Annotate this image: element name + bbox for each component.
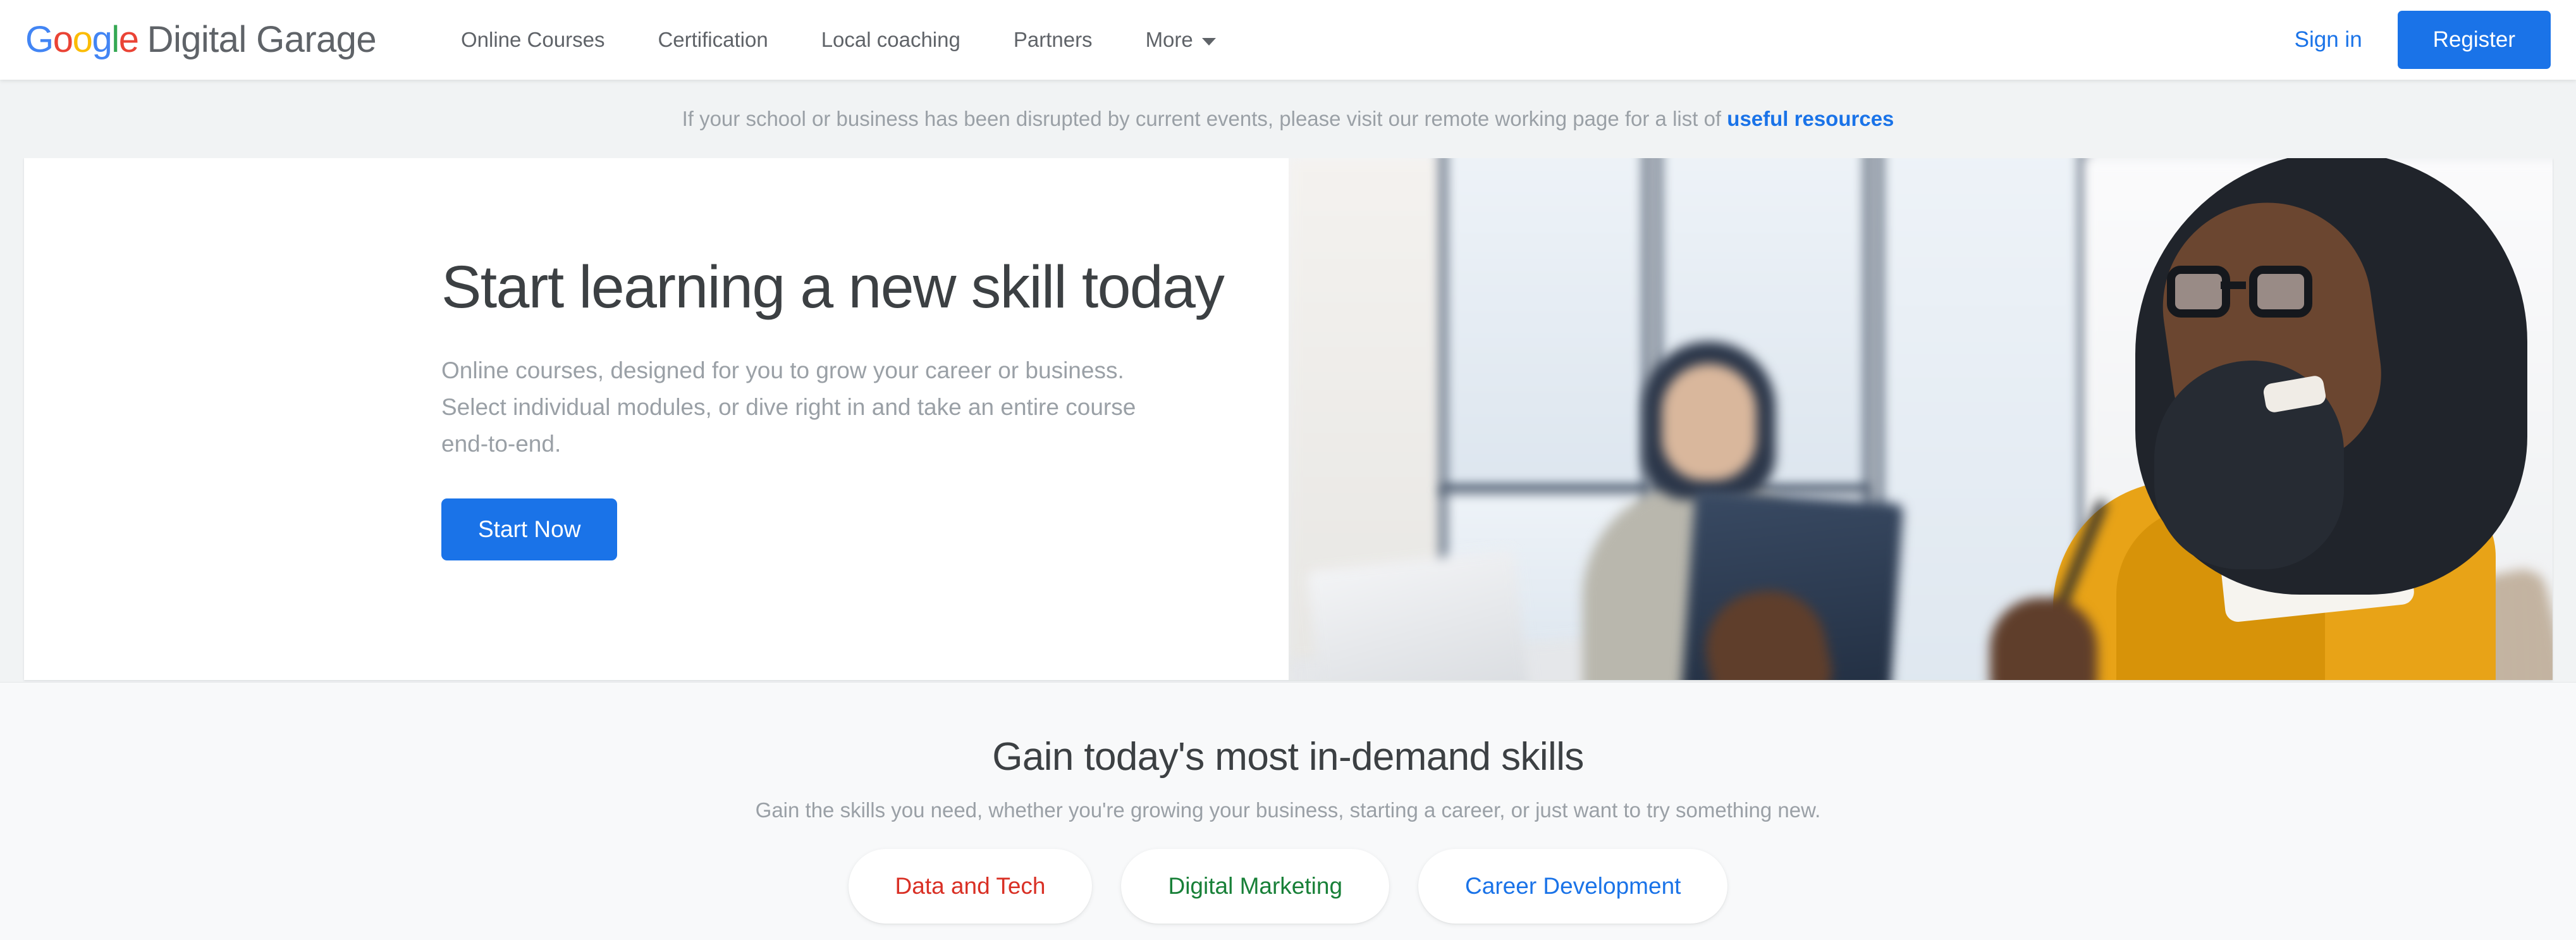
category-pill-digital-marketing[interactable]: Digital Marketing: [1121, 849, 1390, 924]
eyeglasses-bridge: [2221, 281, 2246, 289]
page-root: Google Digital Garage Online Courses Cer…: [0, 0, 2576, 940]
eyeglasses-lens-right: [2249, 266, 2312, 318]
hero-image: [1289, 158, 2553, 680]
hero-title: Start learning a new skill today: [441, 254, 1225, 321]
category-pill-career-development[interactable]: Career Development: [1418, 849, 1728, 924]
nav-item-partners[interactable]: Partners: [987, 28, 1119, 52]
category-pill-label: Career Development: [1465, 873, 1681, 899]
header-actions: Sign in Register: [2259, 11, 2551, 69]
nav-item-local-coaching[interactable]: Local coaching: [795, 28, 987, 52]
announcement-banner: If your school or business has been disr…: [0, 80, 2576, 158]
eyeglasses-lens-left: [2167, 266, 2230, 318]
hero-content-pane: Start learning a new skill today Online …: [24, 158, 1289, 680]
nav-label: Certification: [658, 28, 768, 51]
banner-resources-link[interactable]: useful resources: [1727, 107, 1894, 130]
hero-subtitle: Online courses, designed for you to grow…: [441, 357, 1136, 457]
office-window: [1440, 158, 1649, 493]
banner-message: If your school or business has been disr…: [682, 107, 1894, 131]
nav-item-online-courses[interactable]: Online Courses: [434, 28, 631, 52]
category-pill-data-and-tech[interactable]: Data and Tech: [848, 849, 1093, 924]
nav-item-certification[interactable]: Certification: [631, 28, 794, 52]
banner-message-text: If your school or business has been disr…: [682, 107, 1727, 130]
nav-item-more[interactable]: More: [1119, 28, 1242, 52]
nav-label: Online Courses: [461, 28, 605, 51]
brand-logo[interactable]: Google Digital Garage: [25, 19, 377, 60]
category-pill-label: Digital Marketing: [1168, 873, 1343, 899]
site-header: Google Digital Garage Online Courses Cer…: [0, 0, 2576, 80]
start-now-button[interactable]: Start Now: [441, 498, 618, 560]
skills-title: Gain today's most in-demand skills: [992, 735, 1584, 779]
nav-label: Local coaching: [821, 28, 960, 51]
category-pill-label: Data and Tech: [895, 873, 1046, 899]
register-button[interactable]: Register: [2397, 11, 2551, 69]
brand-suffix: Digital Garage: [147, 19, 377, 60]
category-pill-group: Data and Tech Digital Marketing Career D…: [848, 849, 1728, 924]
skills-section: Gain today's most in-demand skills Gain …: [0, 682, 2576, 940]
nav-label: More: [1145, 28, 1193, 51]
nav-label: Partners: [1013, 28, 1093, 51]
sign-in-link[interactable]: Sign in: [2259, 27, 2398, 53]
background-person-face: [1662, 364, 1757, 481]
laptop: [1306, 549, 1530, 680]
hero-photo-illustration: [1289, 158, 2553, 680]
skills-subtitle: Gain the skills you need, whether you're…: [755, 798, 1821, 822]
hero-card: Start learning a new skill today Online …: [24, 158, 2553, 680]
chevron-down-icon: [1201, 38, 1216, 46]
hero-copy: Start learning a new skill today Online …: [441, 254, 1225, 560]
google-wordmark: Google: [25, 19, 139, 60]
main-navigation: Online Courses Certification Local coach…: [434, 28, 1242, 52]
